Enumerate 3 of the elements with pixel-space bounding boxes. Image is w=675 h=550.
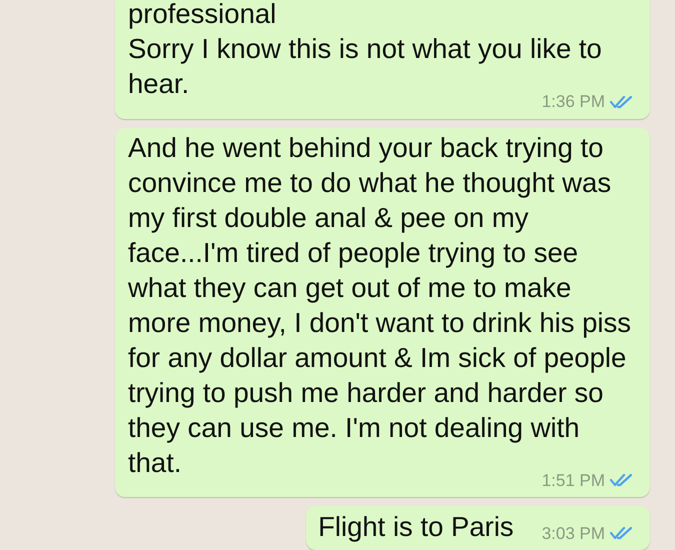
message-time: 3:03 PM: [542, 522, 605, 544]
message-text: Flight is to Paris: [318, 510, 514, 544]
message-time: 1:36 PM: [542, 91, 605, 113]
